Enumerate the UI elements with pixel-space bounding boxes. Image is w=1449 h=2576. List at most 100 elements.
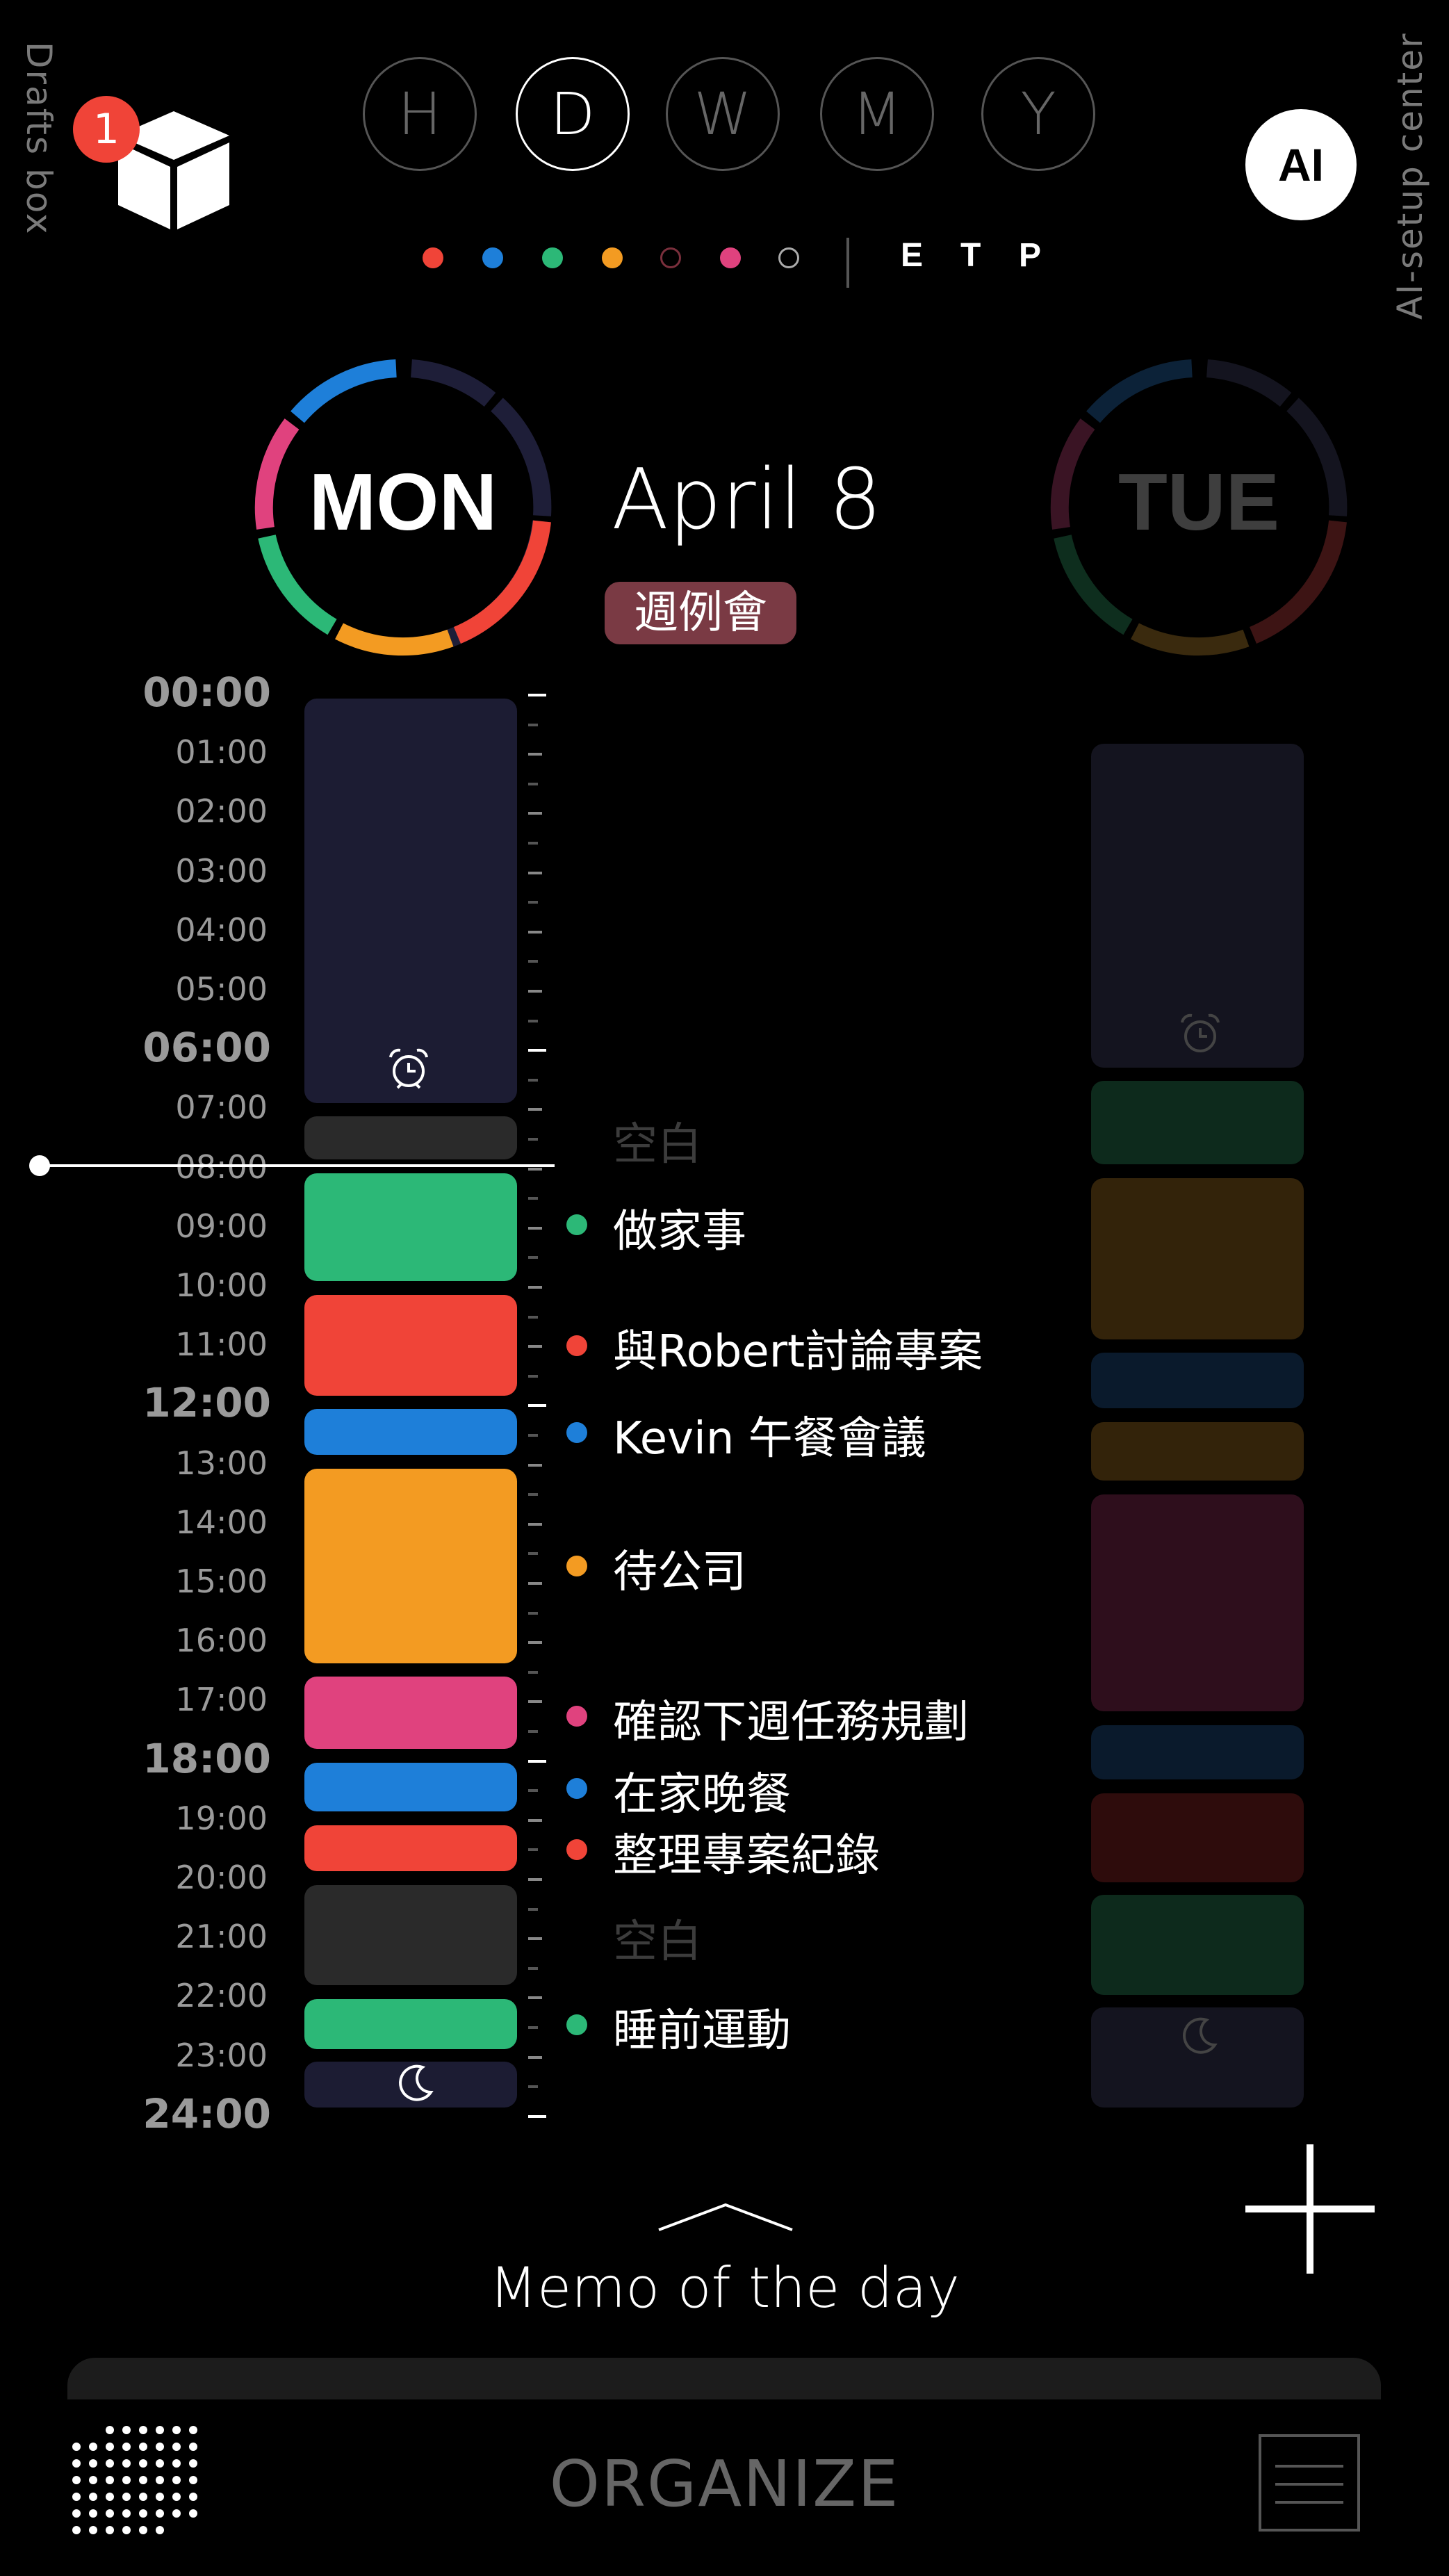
time-tick-half — [528, 723, 538, 726]
project-notes-block[interactable] — [304, 1825, 517, 1871]
time-tick-half — [528, 1907, 538, 1911]
office-block[interactable] — [304, 1469, 517, 1663]
filter-dot[interactable] — [482, 247, 503, 268]
hour-label: 02:00 — [175, 792, 268, 831]
event-label-notes[interactable]: 整理專案紀錄 — [613, 1820, 880, 1884]
tue-moon-icon — [1183, 2017, 1218, 2054]
time-tick-half — [528, 842, 538, 845]
tue-green-block[interactable] — [1091, 1081, 1304, 1164]
grid-dot — [106, 2426, 114, 2434]
hour-label: 00:00 — [142, 669, 271, 716]
tue-green-block-2[interactable] — [1091, 1895, 1304, 1995]
hour-label: 15:00 — [175, 1563, 268, 1600]
robert-meeting-block[interactable] — [304, 1295, 517, 1396]
time-tick — [528, 753, 542, 756]
hour-label: 06:00 — [142, 1024, 271, 1072]
time-tick-half — [528, 1078, 538, 1082]
event-label-housework[interactable]: 做家事 — [613, 1196, 746, 1260]
time-tick — [528, 871, 542, 874]
event-label-kevin[interactable]: Kevin 午餐會議 — [613, 1403, 926, 1467]
filter-t-button[interactable]: T — [960, 236, 981, 275]
sleep-block[interactable] — [304, 699, 517, 1103]
event-label-office[interactable]: 待公司 — [613, 1536, 746, 1600]
menu-icon[interactable] — [1259, 2434, 1360, 2532]
memo-of-the-day[interactable]: Memo of the day — [0, 2256, 1449, 2320]
range-month-button[interactable]: M — [820, 57, 934, 171]
event-label-dinner[interactable]: 在家晚餐 — [613, 1759, 791, 1823]
event-dot-notes — [566, 1839, 587, 1860]
time-tick — [528, 1522, 542, 1526]
time-tick — [528, 1759, 546, 1763]
tue-orange-block-2[interactable] — [1091, 1422, 1304, 1481]
blank-block-evening[interactable] — [304, 1885, 517, 1985]
range-week-button[interactable]: W — [666, 57, 780, 171]
time-tick-half — [528, 1730, 538, 1733]
filter-dot[interactable] — [720, 247, 741, 268]
time-tick — [528, 1404, 546, 1408]
range-year-button[interactable]: Y — [981, 57, 1095, 171]
filter-dot[interactable] — [423, 247, 443, 268]
exercise-block[interactable] — [304, 1999, 517, 2049]
time-tick — [528, 1167, 542, 1171]
time-tick-half — [528, 1019, 538, 1022]
filter-dot[interactable] — [778, 247, 799, 268]
time-tick-half — [528, 1434, 538, 1437]
time-tick-half — [528, 1197, 538, 1200]
event-dot-kevin — [566, 1422, 587, 1443]
hour-label: 24:00 — [142, 2089, 271, 2137]
hour-label: 07:00 — [175, 1089, 268, 1127]
event-label-robert[interactable]: 與Robert討論專案 — [613, 1316, 983, 1380]
kevin-lunch-block[interactable] — [304, 1409, 517, 1455]
grid-dot — [156, 2426, 164, 2434]
hour-label: 10:00 — [175, 1266, 268, 1304]
hour-label: 11:00 — [175, 1326, 268, 1364]
range-day-button[interactable]: D — [516, 57, 630, 171]
hour-label: 14:00 — [175, 1503, 268, 1541]
tue-red-block[interactable] — [1091, 1793, 1304, 1882]
chevron-up-icon[interactable] — [657, 2202, 794, 2233]
tue-orange-block[interactable] — [1091, 1178, 1304, 1339]
time-tick-half — [528, 960, 538, 963]
housework-block[interactable] — [304, 1173, 517, 1281]
filter-dot[interactable] — [542, 247, 563, 268]
drafts-box-button[interactable]: 1 — [73, 96, 243, 236]
weekly-meeting-badge[interactable]: 週例會 — [605, 582, 796, 644]
event-label-plan[interactable]: 確認下週任務規劃 — [613, 1686, 969, 1750]
tue-blue-block-2[interactable] — [1091, 1725, 1304, 1779]
grid-dot — [156, 2526, 164, 2534]
filter-e-button[interactable]: E — [901, 236, 923, 275]
grid-dot — [139, 2526, 147, 2534]
hour-label: 12:00 — [142, 1379, 271, 1427]
organize-label[interactable]: ORGANIZE — [0, 2447, 1449, 2521]
tue-blue-block[interactable] — [1091, 1353, 1304, 1408]
time-tick — [528, 1226, 542, 1230]
time-tick-half — [528, 1611, 538, 1615]
plan-next-week-block[interactable] — [304, 1677, 517, 1749]
ai-setup-center-label[interactable]: AI-setup center — [1390, 32, 1430, 320]
time-tick-half — [528, 782, 538, 785]
grid-dot — [89, 2526, 97, 2534]
event-dot-housework — [566, 1214, 587, 1235]
blank-block-morning[interactable] — [304, 1116, 517, 1159]
hour-label: 18:00 — [142, 1734, 271, 1782]
hour-label: 09:00 — [175, 1207, 268, 1245]
filter-p-button[interactable]: P — [1019, 236, 1041, 275]
grid-dot — [122, 2526, 131, 2534]
event-label-exercise[interactable]: 睡前運動 — [613, 1995, 791, 2059]
dinner-block[interactable] — [304, 1763, 517, 1811]
time-tick — [528, 1286, 542, 1289]
tue-pink-block[interactable] — [1091, 1494, 1304, 1711]
event-dot-dinner — [566, 1778, 587, 1799]
filter-dot[interactable] — [602, 247, 623, 268]
grid-dot — [172, 2426, 181, 2434]
plus-icon[interactable] — [1245, 2144, 1375, 2274]
event-dot-office — [566, 1556, 587, 1576]
range-hour-button[interactable]: H — [363, 57, 477, 171]
drafts-box-label[interactable]: Drafts box — [19, 42, 59, 235]
current-time-marker[interactable] — [29, 1155, 50, 1176]
time-tick — [528, 1700, 542, 1704]
time-tick-half — [528, 1789, 538, 1793]
event-label-blank-2: 空白 — [613, 1916, 702, 1968]
filter-dot[interactable] — [660, 247, 681, 268]
ai-button[interactable]: AI — [1245, 109, 1357, 220]
